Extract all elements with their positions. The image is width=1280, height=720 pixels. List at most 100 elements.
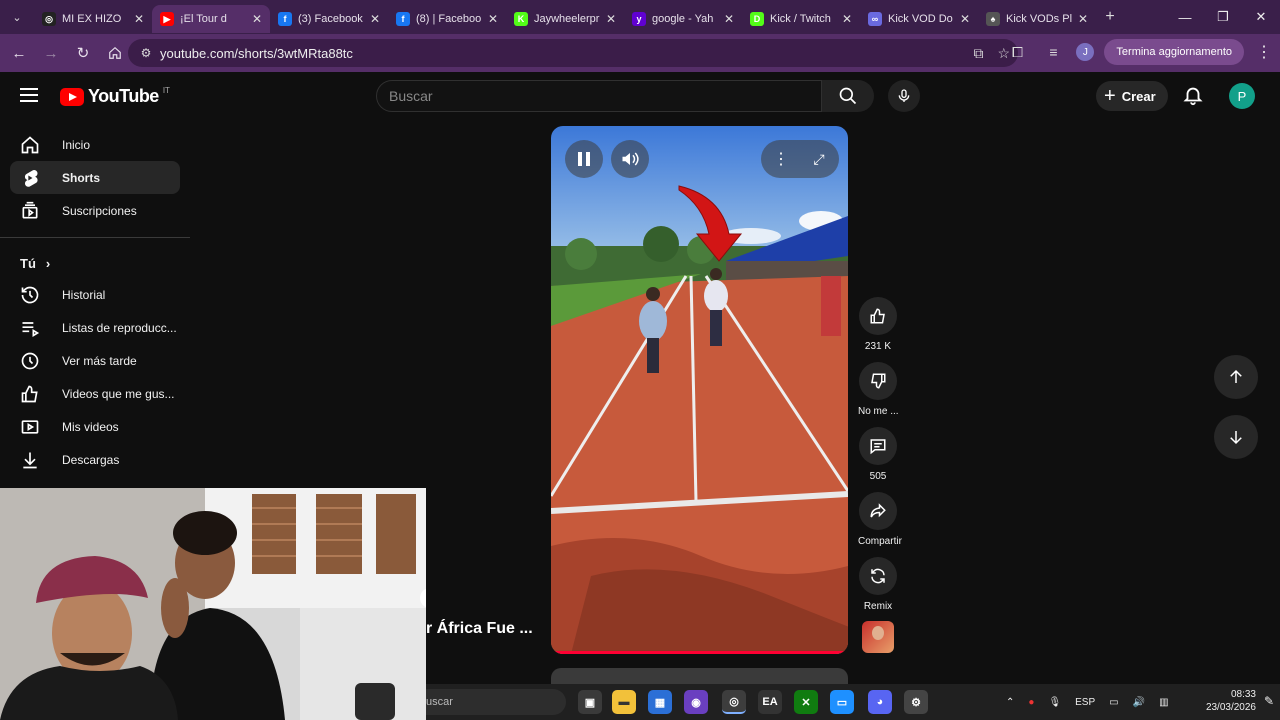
remix-action[interactable]: Remix [858, 557, 898, 612]
window-app-icon[interactable]: ▭ [830, 690, 854, 714]
browser-tab[interactable]: D Kick / Twitch ✕ [742, 5, 860, 33]
tab-close-icon[interactable]: ✕ [724, 12, 734, 26]
tray-mic-icon[interactable]: 🎙 [1048, 697, 1061, 708]
comments-action[interactable]: 505 [858, 427, 898, 482]
like-button[interactable] [859, 297, 897, 335]
sidebar: Inicio Shorts Suscripciones Tú › Historial… [0, 128, 190, 476]
fullscreen-icon[interactable]: ⤢ [800, 151, 838, 168]
new-tab-button[interactable]: + [1096, 8, 1124, 26]
tab-close-icon[interactable]: ✕ [252, 12, 262, 26]
address-bar[interactable]: ⚙ youtube.com/shorts/3wtMRta88tc ⧉ ☆ [128, 39, 1018, 67]
search-button[interactable] [822, 80, 874, 112]
create-button[interactable]: + Crear [1096, 81, 1168, 111]
comment-count: 505 [869, 471, 887, 482]
browser-tab[interactable]: ♠ Kick VODs Pl ✕ [978, 5, 1096, 33]
like-action[interactable]: 231 K [858, 297, 898, 352]
share-action[interactable]: Compartir [858, 492, 902, 547]
sidebar-item[interactable]: Inicio [10, 128, 180, 161]
tab-close-icon[interactable]: ✕ [960, 12, 970, 26]
update-button[interactable]: Termina aggiornamento [1104, 39, 1244, 65]
home-button[interactable] [100, 38, 130, 68]
browser-tab[interactable]: ∞ Kick VOD Do ✕ [860, 5, 978, 33]
browser-tab[interactable]: y google - Yah ✕ [624, 5, 742, 33]
remix-button[interactable] [859, 557, 897, 595]
xbox-icon[interactable]: ✕ [794, 690, 818, 714]
audio-thumbnail[interactable] [862, 621, 894, 653]
browser-tab[interactable]: K Jaywheelerpr ✕ [506, 5, 624, 33]
minimize-button[interactable]: — [1166, 0, 1204, 34]
video-progress-bar[interactable] [551, 651, 848, 654]
profile-avatar[interactable]: J [1076, 43, 1095, 61]
browser-tab[interactable]: f (8) | Faceboo ✕ [388, 5, 506, 33]
sidebar-item[interactable]: Videos que me gus... [10, 377, 180, 410]
battery-icon[interactable]: ▥ [1159, 697, 1168, 708]
notifications-bell-icon[interactable] [1182, 84, 1206, 108]
youtube-header: YouTube IT + Crear P [0, 72, 1280, 120]
forward-button[interactable]: → [36, 38, 66, 68]
extensions-icon[interactable]: ⧠ [1004, 39, 1030, 65]
tab-close-icon[interactable]: ✕ [842, 12, 852, 26]
dislike-button[interactable] [859, 362, 897, 400]
tray-app-icon[interactable]: ● [1028, 697, 1034, 708]
account-avatar[interactable]: P [1229, 83, 1255, 109]
sidebar-item[interactable]: Shorts [10, 161, 180, 194]
menu-icon[interactable] [20, 88, 38, 102]
close-window-button[interactable]: ✕ [1242, 0, 1280, 34]
tab-close-icon[interactable]: ✕ [606, 12, 616, 26]
clock[interactable]: 08:33 23/03/2026 [1206, 688, 1256, 714]
maximize-button[interactable]: ❐ [1204, 0, 1242, 34]
ea-app-icon[interactable]: EA [758, 690, 782, 714]
sidebar-item[interactable]: Suscripciones [10, 194, 180, 227]
browser-tab[interactable]: f (3) Facebook ✕ [270, 5, 388, 33]
pause-button[interactable] [565, 140, 603, 178]
short-video-player[interactable]: ⋮ ⤢ [551, 126, 848, 654]
app-icon[interactable]: ◉ [684, 690, 708, 714]
network-icon[interactable]: ▭ [1109, 697, 1118, 708]
thumbs-down-icon [871, 373, 886, 389]
tab-close-icon[interactable]: ✕ [370, 12, 380, 26]
tab-close-icon[interactable]: ✕ [488, 12, 498, 26]
browser-menu-icon[interactable]: ⋮ [1254, 42, 1274, 62]
youtube-logo[interactable]: YouTube IT [60, 86, 170, 107]
more-options-icon[interactable]: ⋮ [762, 149, 800, 169]
search-input[interactable] [389, 88, 821, 104]
reading-list-icon[interactable]: ≡ [1040, 39, 1066, 65]
taskbar-search[interactable]: uscar [426, 689, 566, 715]
chrome-icon[interactable]: ◎ [722, 690, 746, 714]
next-short-button[interactable] [1214, 415, 1258, 459]
share-button[interactable] [859, 492, 897, 530]
dislike-action[interactable]: No me ... [858, 362, 899, 417]
tab-favicon-icon: ♠ [986, 12, 1000, 26]
notifications-icon[interactable]: ✎ [1264, 694, 1274, 708]
arrow-up-icon [1230, 369, 1242, 383]
reload-button[interactable]: ↻ [68, 38, 98, 68]
tab-search-button[interactable]: ⌄ [0, 0, 34, 34]
speaker-icon[interactable]: 🔊 [1133, 697, 1145, 708]
tab-close-icon[interactable]: ✕ [134, 12, 144, 26]
install-app-icon[interactable]: ⧉ [973, 45, 983, 62]
tab-strip: ⌄ ◎ MI EX HIZO ✕ ▶ ¡El Tour d ✕ f (3) Facebook ✕… [0, 0, 1280, 34]
browser-tab[interactable]: ▶ ¡El Tour d ✕ [152, 5, 270, 33]
file-explorer-icon[interactable]: ▬ [612, 690, 636, 714]
sidebar-item[interactable]: Mis videos [10, 410, 180, 443]
tray-overflow-icon[interactable]: ⌃ [1006, 697, 1014, 708]
previous-short-button[interactable] [1214, 355, 1258, 399]
store-icon[interactable]: ▦ [648, 690, 672, 714]
voice-search-button[interactable] [888, 80, 920, 112]
volume-icon [622, 152, 639, 166]
discord-icon[interactable]: ◕ [868, 690, 892, 714]
settings-icon[interactable]: ⚙ [904, 690, 928, 714]
sidebar-item[interactable]: Historial [10, 278, 180, 311]
language-indicator[interactable]: ESP [1075, 697, 1095, 708]
task-view-icon[interactable]: ▣ [578, 690, 602, 714]
volume-button[interactable] [611, 140, 649, 178]
browser-tab[interactable]: ◎ MI EX HIZO ✕ [34, 5, 152, 33]
sidebar-item[interactable]: Descargas [10, 443, 180, 476]
sidebar-item[interactable]: Ver más tarde [10, 344, 180, 377]
site-info-icon[interactable]: ⚙ [132, 46, 160, 60]
sidebar-item[interactable]: Listas de reproducc... [10, 311, 180, 344]
tab-close-icon[interactable]: ✕ [1078, 12, 1088, 26]
back-button[interactable]: ← [4, 38, 34, 68]
comments-button[interactable] [859, 427, 897, 465]
sidebar-you-heading[interactable]: Tú › [10, 248, 180, 278]
